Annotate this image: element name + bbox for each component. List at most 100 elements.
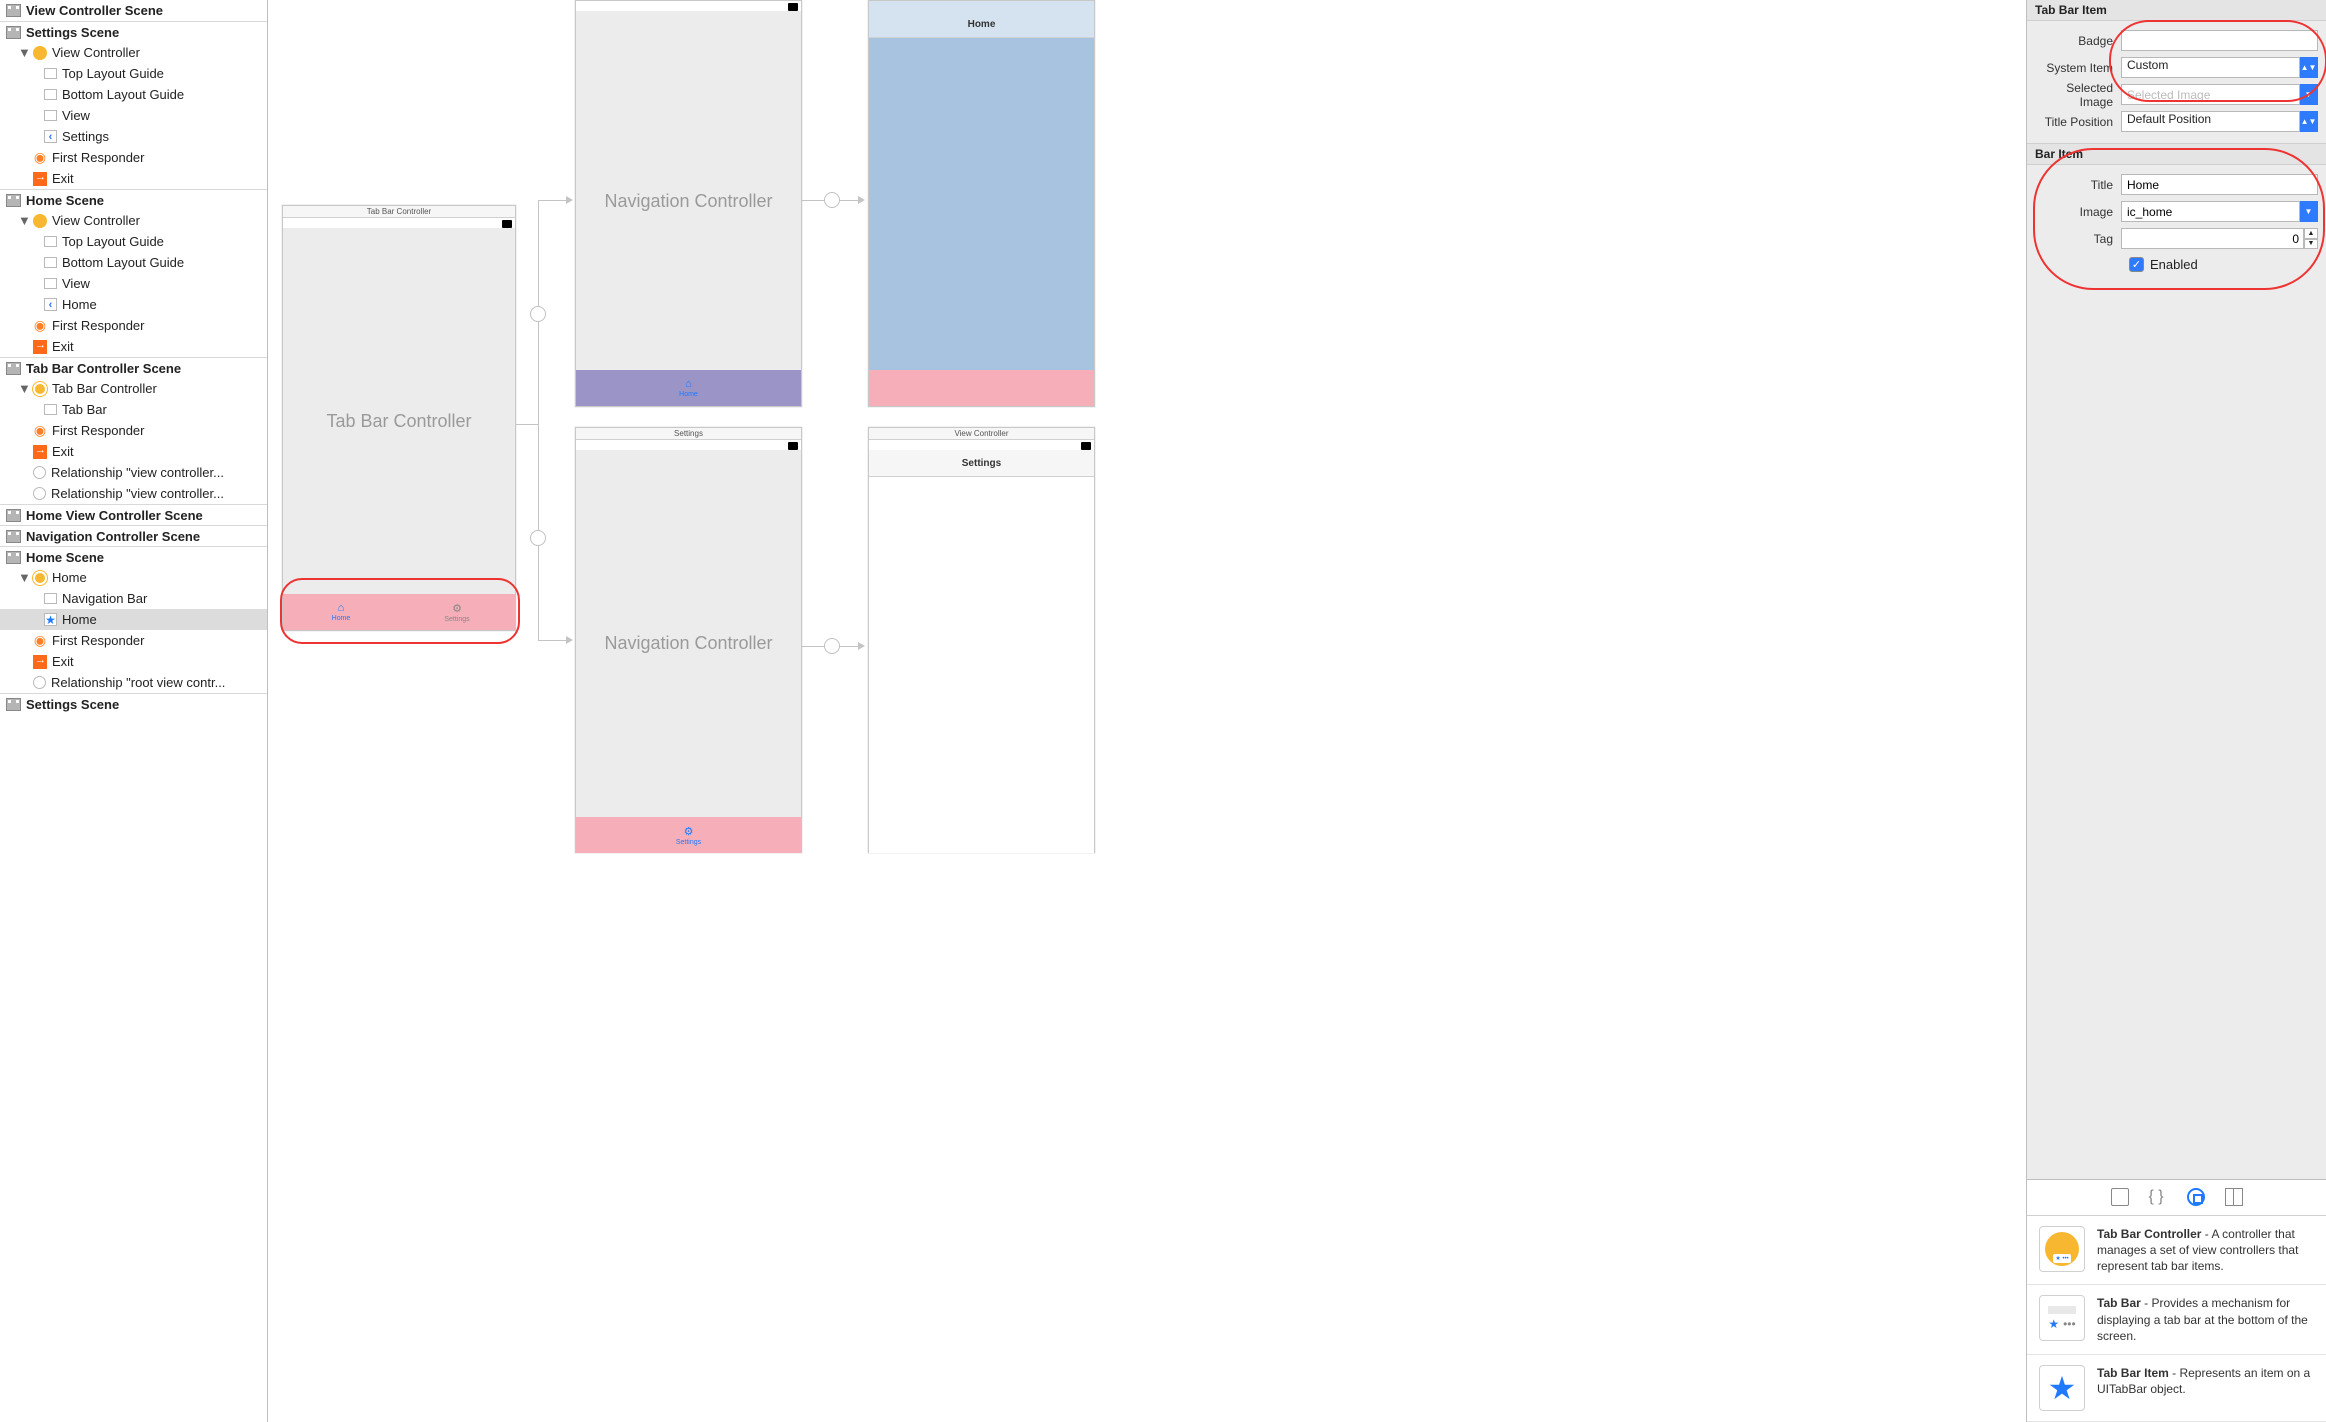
outline-row[interactable]: ▼Tab Bar Controller [0, 378, 267, 399]
segue-badge[interactable] [824, 638, 840, 654]
outline-row[interactable]: View [0, 273, 267, 294]
frame-tabbar-controller[interactable]: Tab Bar Controller Tab Bar Controller ⌂ … [282, 205, 516, 631]
outline-row[interactable]: ◉First Responder [0, 147, 267, 168]
chevron-down-icon[interactable]: ▼ [2300, 84, 2318, 105]
relationship-icon [33, 676, 46, 689]
frame-nav-settings[interactable]: Settings Navigation Controller ⚙ Setting… [575, 427, 802, 853]
storyboard-canvas[interactable]: Tab Bar Controller Tab Bar Controller ⌂ … [268, 0, 2026, 1422]
object-library-icon[interactable] [2187, 1188, 2205, 1206]
outline-scene-header[interactable]: Settings Scene [0, 693, 267, 714]
outline-row[interactable]: Exit [0, 168, 267, 189]
back-icon: ‹ [44, 298, 57, 311]
outline-row[interactable]: ▼View Controller [0, 210, 267, 231]
outline-row[interactable]: ‹Home [0, 294, 267, 315]
frame-nav-home[interactable]: Navigation Controller ⌂ Home [575, 0, 802, 407]
chevron-down-icon[interactable]: ▼ [2300, 201, 2318, 222]
segue-badge[interactable] [530, 306, 546, 322]
outline-row[interactable]: ◉First Responder [0, 315, 267, 336]
tag-input[interactable] [2121, 228, 2304, 249]
title-position-select[interactable]: Default Position [2121, 111, 2300, 132]
outline-row[interactable]: Top Layout Guide [0, 231, 267, 252]
outline-row[interactable]: Top Layout Guide [0, 63, 267, 84]
outline-label: Top Layout Guide [62, 66, 164, 81]
title-position-label: Title Position [2035, 115, 2121, 129]
library-item[interactable]: Tab Bar Controller - A controller that m… [2027, 1216, 2326, 1286]
outline-row[interactable]: Exit [0, 651, 267, 672]
outline-row[interactable]: View [0, 105, 267, 126]
outline-scene-header[interactable]: Home View Controller Scene [0, 504, 267, 525]
outline-row[interactable]: Navigation Bar [0, 588, 267, 609]
media-library-icon[interactable] [2225, 1188, 2243, 1206]
tab-home: ⌂ Home [576, 370, 801, 406]
outline-row[interactable]: Bottom Layout Guide [0, 252, 267, 273]
tab-home[interactable]: ⌂ Home [283, 594, 399, 630]
tab-settings[interactable]: ⚙ Settings [399, 594, 515, 630]
tab-bar[interactable]: ⌂ Home ⚙ Settings [283, 594, 515, 630]
system-item-select[interactable]: Custom [2121, 57, 2300, 78]
outline-row[interactable]: ‹Settings [0, 126, 267, 147]
scene-icon [6, 698, 21, 711]
outline-row[interactable]: ◉First Responder [0, 630, 267, 651]
outline-label: Relationship "view controller... [51, 465, 224, 480]
outline-label: First Responder [52, 150, 144, 165]
outline-label: Exit [52, 339, 74, 354]
outline-row[interactable]: ▼Home [0, 567, 267, 588]
layout-guide-icon [44, 278, 57, 289]
tab-label: Home [679, 391, 698, 398]
outline-row[interactable]: ▼ View Controller [0, 42, 267, 63]
layout-guide-icon [44, 110, 57, 121]
library-item[interactable]: ★Tab Bar Item - Represents an item on a … [2027, 1355, 2326, 1422]
tab-bar: ⚙ Settings [576, 817, 801, 853]
library-item[interactable]: ★•••Tab Bar - Provides a mechanism for d… [2027, 1285, 2326, 1355]
outline-row[interactable]: Relationship "view controller... [0, 483, 267, 504]
segue-badge[interactable] [530, 530, 546, 546]
outline-row[interactable]: Exit [0, 336, 267, 357]
file-template-icon[interactable] [2111, 1188, 2129, 1206]
library-item-thumb [2039, 1226, 2085, 1272]
outline-row[interactable]: Bottom Layout Guide [0, 84, 267, 105]
outline-scene-header[interactable]: View Controller Scene [0, 0, 267, 21]
outline-row[interactable]: Tab Bar [0, 399, 267, 420]
outline-label: Bottom Layout Guide [62, 255, 184, 270]
outline-scene-header[interactable]: Tab Bar Controller Scene [0, 357, 267, 378]
tag-stepper[interactable]: ▲▼ [2304, 228, 2318, 249]
relationship-icon [33, 466, 46, 479]
chevron-updown-icon[interactable]: ▲▼ [2300, 57, 2318, 78]
outline-row[interactable]: ◉First Responder [0, 420, 267, 441]
outline-scene-header[interactable]: Home Scene [0, 189, 267, 210]
code-snippet-icon[interactable]: { } [2149, 1188, 2167, 1206]
segue-badge[interactable] [824, 192, 840, 208]
outline-row[interactable]: ★Home [0, 609, 267, 630]
view-controller-icon [33, 382, 47, 396]
outline-row[interactable]: Exit [0, 441, 267, 462]
attributes-inspector: Tab Bar Item Badge System Item Custom ▲▼… [2026, 0, 2326, 1422]
outline-row[interactable]: Relationship "view controller... [0, 462, 267, 483]
outline-scene-header[interactable]: Navigation Controller Scene [0, 525, 267, 546]
badge-input[interactable] [2121, 30, 2318, 51]
outline-label: View [62, 276, 90, 291]
document-outline[interactable]: View Controller SceneSettings Scene▼View… [0, 0, 268, 1422]
outline-row[interactable]: Relationship "root view contr... [0, 672, 267, 693]
outline-label: View Controller [52, 45, 140, 60]
system-item-label: System Item [2035, 61, 2121, 75]
chevron-updown-icon[interactable]: ▲▼ [2300, 111, 2318, 132]
disclosure-arrow-icon[interactable]: ▼ [18, 213, 28, 228]
frame-title: View Controller [869, 428, 1094, 440]
frame-title: Settings [576, 428, 801, 440]
object-library-list[interactable]: Tab Bar Controller - A controller that m… [2027, 1215, 2326, 1422]
disclosure-arrow-icon[interactable]: ▼ [18, 45, 28, 60]
tag-label: Tag [2035, 232, 2121, 246]
image-select[interactable] [2121, 201, 2300, 222]
disclosure-arrow-icon[interactable]: ▼ [18, 570, 28, 585]
selected-image-select[interactable] [2121, 84, 2300, 105]
frame-settings-vc[interactable]: View Controller Settings [868, 427, 1095, 853]
title-input[interactable] [2121, 174, 2318, 195]
outline-scene-header[interactable]: Home Scene [0, 546, 267, 567]
outline-scene-header[interactable]: Settings Scene [0, 21, 267, 42]
exit-icon [33, 655, 47, 669]
disclosure-arrow-icon[interactable]: ▼ [18, 381, 28, 396]
star-icon: ★ [44, 613, 57, 626]
frame-home-vc[interactable]: Home [868, 0, 1095, 407]
back-icon: ‹ [44, 130, 57, 143]
enabled-checkbox[interactable]: ✓ [2129, 257, 2144, 272]
